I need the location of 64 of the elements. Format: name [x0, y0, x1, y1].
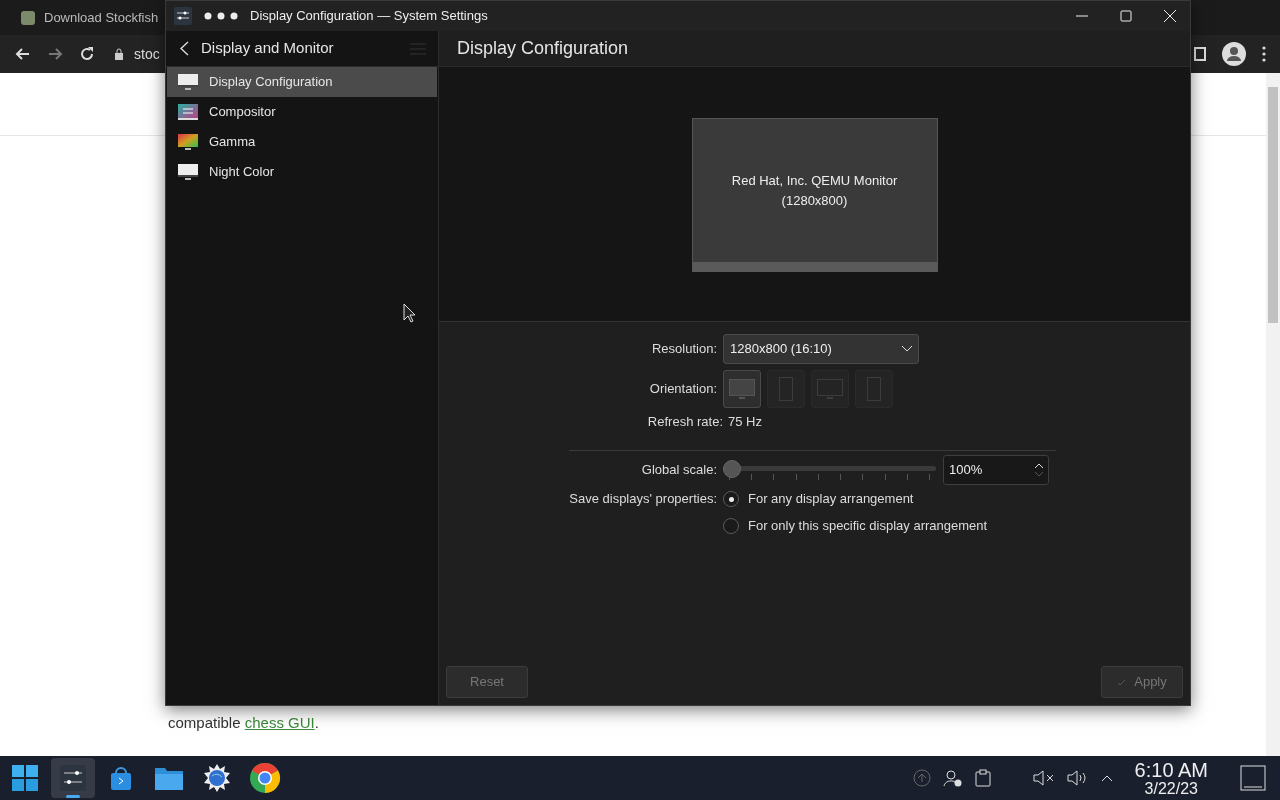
refresh-rate-value: 75 Hz: [728, 413, 762, 432]
sidebar-item[interactable]: Gamma: [167, 127, 437, 157]
radio-label[interactable]: For any display arrangement: [748, 489, 914, 509]
show-desktop-icon[interactable]: [1240, 765, 1266, 791]
scrollbar-thumb[interactable]: [1268, 87, 1278, 323]
clock-date[interactable]: 3/22/23: [1144, 780, 1198, 797]
muted-speaker-icon[interactable]: [1032, 770, 1055, 786]
page-title: Display Configuration: [457, 37, 629, 60]
app-icon: [174, 7, 192, 25]
user-icon[interactable]: [942, 769, 963, 787]
chess-gui-link[interactable]: chess GUI: [244, 714, 315, 731]
scale-spinbox[interactable]: 100%: [943, 455, 1049, 485]
monitor-resolution: (1280x800): [781, 191, 848, 210]
start-icon: [11, 764, 39, 792]
clock-time[interactable]: 6:10 AM: [1134, 759, 1208, 780]
monitor-preview[interactable]: Red Hat, Inc. QEMU Monitor (1280x800): [691, 118, 938, 272]
gamma-icon: [178, 133, 198, 151]
global-scale-label: Global scale:: [640, 461, 718, 480]
monitor-icon: [178, 163, 198, 181]
resolution-label: Resolution:: [650, 340, 718, 359]
refresh-rate-label: Refresh rate:: [646, 413, 724, 432]
chrome-icon: [249, 762, 281, 794]
site-icon: [20, 9, 36, 26]
sidebar-item[interactable]: Night Color: [167, 157, 437, 187]
monitor-icon: [817, 379, 843, 399]
resolution-dropdown[interactable]: 1280x800 (16:10): [723, 334, 919, 364]
back-icon[interactable]: [180, 41, 189, 56]
orientation-label: Orientation:: [648, 380, 718, 399]
sidebar-item[interactable]: Display Configuration: [167, 67, 437, 97]
globe-gear-icon: [202, 763, 232, 793]
more-icon[interactable]: [204, 12, 238, 20]
lock-icon: [114, 48, 124, 60]
speaker-icon[interactable]: [1066, 770, 1089, 786]
sidebar-item[interactable]: Compositor: [167, 97, 437, 127]
monitor-icon: [729, 379, 755, 399]
monitor-name: Red Hat, Inc. QEMU Monitor: [731, 172, 898, 190]
close-icon[interactable]: [1164, 10, 1176, 22]
spin-arrows-icon[interactable]: [1034, 461, 1044, 479]
address-text[interactable]: stoc: [134, 43, 160, 65]
maximize-icon[interactable]: [1120, 10, 1132, 22]
compositor-icon: [178, 103, 198, 121]
more-icon[interactable]: [1262, 46, 1266, 62]
portrait-monitor-icon: [779, 377, 793, 401]
chevron-up-icon[interactable]: [1100, 774, 1113, 782]
reload-icon[interactable]: [78, 45, 96, 63]
clipboard-icon[interactable]: [974, 769, 991, 787]
upload-icon[interactable]: [912, 769, 931, 787]
radio-label[interactable]: For only this specific display arrangement: [748, 516, 988, 536]
chevron-down-icon: [902, 346, 912, 352]
window-title: Display Configuration — System Settings: [250, 7, 488, 26]
check-icon: [1117, 678, 1127, 686]
slider-thumb[interactable]: [723, 460, 741, 478]
radio-button[interactable]: [723, 491, 739, 507]
tab-title[interactable]: Download Stockfish: [44, 7, 159, 28]
page-paragraph: compatible chess GUI.: [168, 713, 319, 733]
sidebar-header: Display and Monitor: [201, 38, 334, 59]
settings-app-icon: [59, 764, 87, 792]
monitor-icon: [178, 73, 198, 91]
save-properties-label: Save displays' properties:: [568, 490, 718, 509]
radio-button[interactable]: [723, 518, 739, 534]
portrait-monitor-icon: [867, 377, 881, 401]
side-panel-icon[interactable]: [1194, 47, 1206, 61]
cursor-icon: [403, 303, 416, 323]
avatar-icon[interactable]: [1222, 42, 1246, 66]
